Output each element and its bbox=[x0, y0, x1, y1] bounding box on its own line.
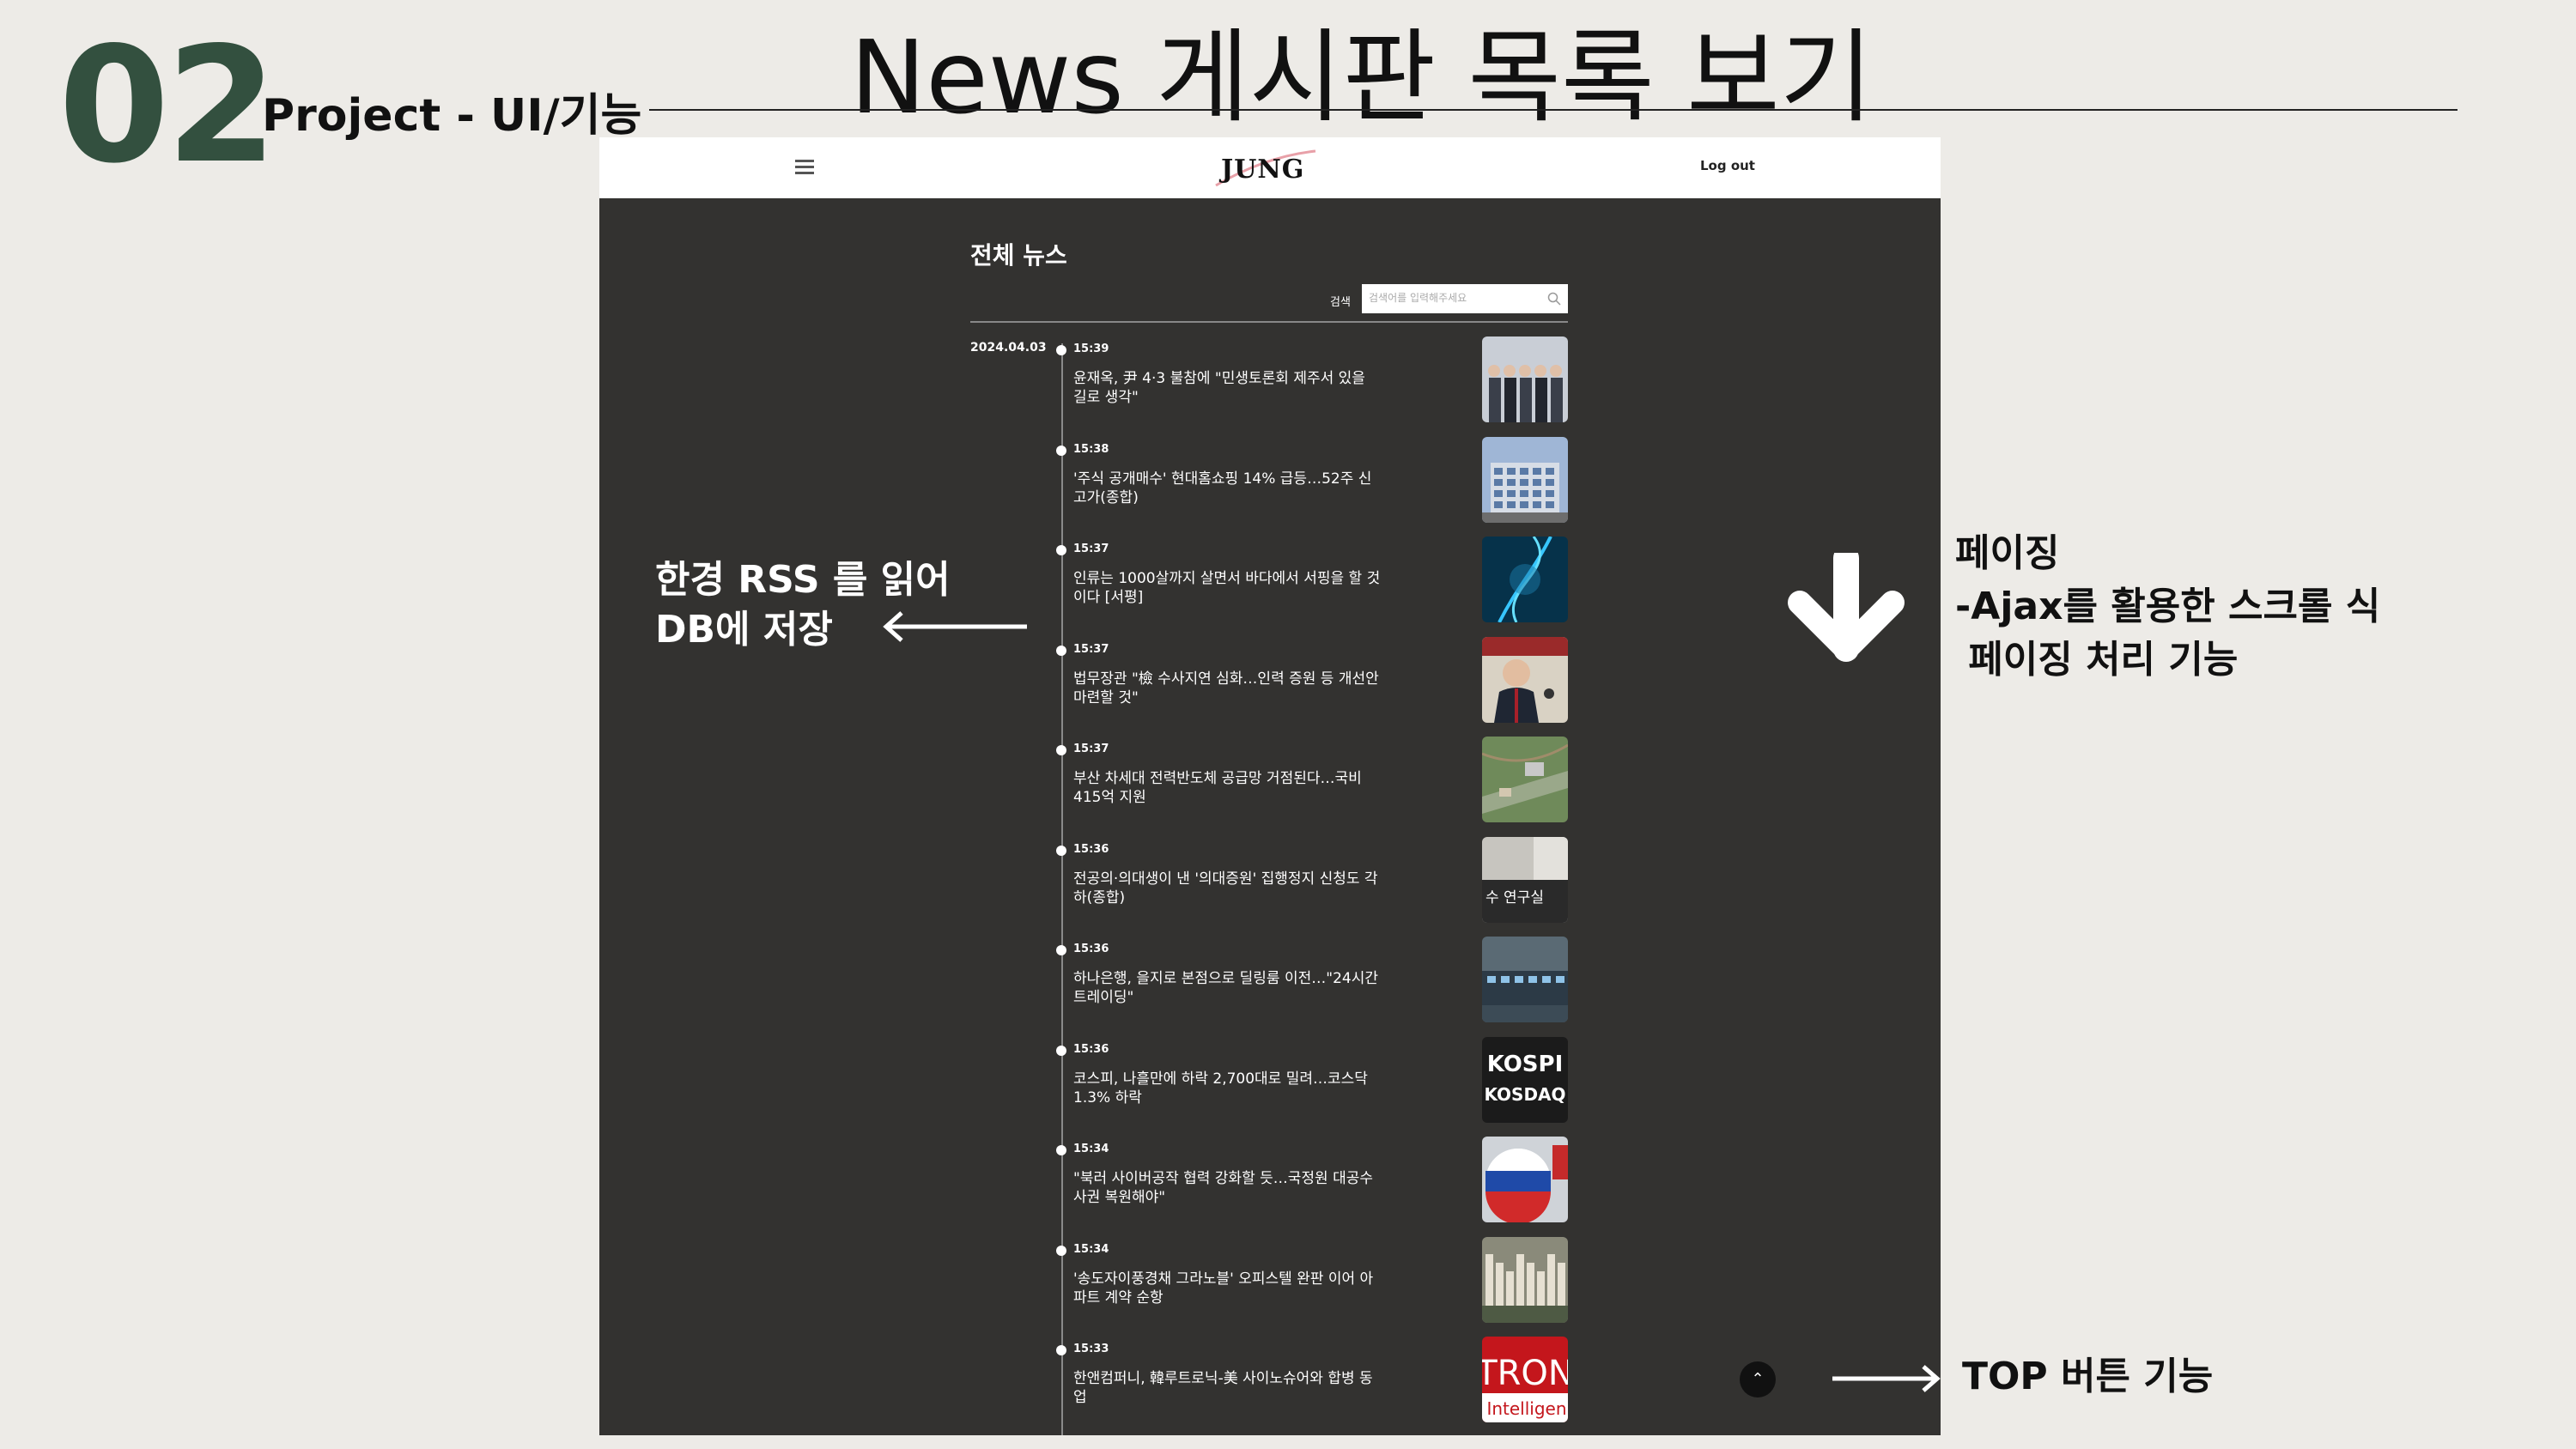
title-divider bbox=[649, 109, 2458, 111]
date-label: 2024.04.03 bbox=[970, 341, 1047, 355]
news-headline[interactable]: 코스피, 나흘만에 하락 2,700대로 밀려…코스닥 1.3% 하락 bbox=[1073, 1070, 1382, 1107]
office-thumb-text: 수 연구실 bbox=[1485, 889, 1544, 906]
news-headline[interactable]: "북러 사이버공작 협력 강화할 듯…국정원 대공수사권 복원해야" bbox=[1073, 1169, 1382, 1207]
news-item[interactable]: 15:37 법무장관 "檢 수사지연 심화…인력 증원 등 개선안 마련할 것" bbox=[1056, 636, 1571, 733]
top-button-note: TOP 버튼 기능 bbox=[1962, 1355, 2214, 1398]
slide-title: News 게시판 목록 보기 bbox=[850, 18, 1874, 136]
brand-logo-text: JUNG bbox=[1221, 155, 1305, 185]
news-thumbnail[interactable] bbox=[1482, 537, 1568, 622]
paging-note-line: 페이징 처리 기능 bbox=[1955, 638, 2239, 682]
hamburger-menu-icon[interactable] bbox=[795, 158, 814, 175]
search-icon[interactable] bbox=[1547, 292, 1561, 306]
timeline-dot bbox=[1056, 745, 1066, 755]
news-thumbnail[interactable] bbox=[1482, 636, 1568, 723]
news-time: 15:37 bbox=[1073, 642, 1109, 656]
news-thumbnail[interactable]: 수 연구실 bbox=[1482, 836, 1568, 923]
news-thumbnail[interactable] bbox=[1482, 1137, 1568, 1222]
news-time: 15:37 bbox=[1073, 743, 1109, 755]
timeline-dot bbox=[1056, 1245, 1066, 1256]
timeline-dot bbox=[1056, 445, 1066, 456]
news-headline[interactable]: 윤재옥, 尹 4·3 불참에 "민생토론회 제주서 있을 길로 생각" bbox=[1073, 369, 1382, 407]
timeline-dot bbox=[1056, 645, 1066, 656]
page-title: 전체 뉴스 bbox=[970, 241, 1067, 270]
news-headline[interactable]: 전공의·의대생이 낸 '의대증원' 집행정지 신청도 각하(종합) bbox=[1073, 870, 1382, 907]
news-thumbnail[interactable] bbox=[1482, 336, 1568, 422]
search-label: 검색 bbox=[1330, 296, 1351, 309]
news-time: 15:36 bbox=[1073, 842, 1109, 856]
news-headline[interactable]: 부산 차세대 전력반도체 공급망 거점된다…국비 415억 지원 bbox=[1073, 769, 1382, 807]
news-thumbnail[interactable] bbox=[1482, 937, 1568, 1022]
news-thumbnail[interactable] bbox=[1482, 737, 1568, 822]
news-app-screenshot: JUNG Log out 전체 뉴스 검색 2024.04.03 15:39 윤재… bbox=[599, 137, 1941, 1435]
news-time: 15:34 bbox=[1073, 1143, 1109, 1155]
news-item[interactable]: 15:36 하나은행, 을지로 본점으로 딜링룸 이전…"24시간 트레이딩" bbox=[1056, 937, 1571, 1033]
news-item[interactable]: 15:34 '송도자이풍경채 그라노블' 오피스텔 완판 이어 아파트 계약 순항 bbox=[1056, 1236, 1571, 1333]
news-time: 15:33 bbox=[1073, 1343, 1109, 1355]
tron-thumb-text: TRON bbox=[1482, 1354, 1568, 1393]
news-headline[interactable]: 한앤컴퍼니, 韓루트로닉-美 사이노슈어와 합병 동업 bbox=[1073, 1369, 1382, 1407]
news-time: 15:34 bbox=[1073, 1242, 1109, 1256]
timeline-dot bbox=[1056, 1345, 1066, 1355]
news-item[interactable]: 15:34 "북러 사이버공작 협력 강화할 듯…국정원 대공수사권 복원해야" bbox=[1056, 1137, 1571, 1233]
kospi-thumb-text: KOSPI bbox=[1487, 1052, 1564, 1077]
timeline-dot bbox=[1056, 945, 1066, 955]
news-time: 15:38 bbox=[1073, 442, 1109, 456]
down-arrow-icon bbox=[1788, 553, 1905, 662]
news-headline[interactable]: 인류는 1000살까지 살면서 바다에서 서핑을 할 것이다 [서평] bbox=[1073, 569, 1382, 607]
news-item[interactable]: 15:39 윤재옥, 尹 4·3 불참에 "민생토론회 제주서 있을 길로 생각" bbox=[1056, 336, 1571, 433]
brand-logo[interactable]: JUNG bbox=[1214, 148, 1317, 189]
search-input[interactable] bbox=[1362, 284, 1540, 312]
news-item[interactable]: 15:38 '주식 공개매수' 현대홈쇼핑 14% 급등…52주 신고가(종합) bbox=[1056, 436, 1571, 533]
news-headline[interactable]: '송도자이풍경채 그라노블' 오피스텔 완판 이어 아파트 계약 순항 bbox=[1073, 1270, 1382, 1307]
timeline-dot bbox=[1056, 845, 1066, 856]
timeline-dot bbox=[1056, 345, 1066, 355]
news-item[interactable]: 15:33 한앤컴퍼니, 韓루트로닉-美 사이노슈어와 합병 동업 TRON Inte… bbox=[1056, 1337, 1571, 1433]
news-headline[interactable]: 법무장관 "檢 수사지연 심화…인력 증원 등 개선안 마련할 것" bbox=[1073, 670, 1382, 707]
list-divider bbox=[970, 321, 1568, 323]
timeline-dot bbox=[1056, 545, 1066, 555]
news-time: 15:36 bbox=[1073, 943, 1109, 955]
paging-note-line: -Ajax를 활용한 스크롤 식 bbox=[1955, 585, 2381, 628]
slide-number: 02 bbox=[58, 12, 277, 198]
slide-section: Project - UI/기능 bbox=[262, 90, 642, 142]
kosdaq-thumb-text: KOSDAQ bbox=[1484, 1084, 1565, 1105]
news-item[interactable]: 15:37 부산 차세대 전력반도체 공급망 거점된다…국비 415억 지원 bbox=[1056, 737, 1571, 833]
left-arrow-icon bbox=[883, 611, 1027, 642]
right-arrow-icon bbox=[1832, 1365, 1941, 1392]
rss-note-line: 한경 RSS 를 읽어 bbox=[655, 558, 951, 602]
app-header: JUNG Log out bbox=[599, 137, 1941, 198]
paging-note-line: 페이징 bbox=[1955, 531, 2060, 575]
logout-button[interactable]: Log out bbox=[1700, 158, 1755, 173]
news-thumbnail[interactable]: TRON Intelligen bbox=[1482, 1337, 1568, 1422]
news-thumbnail[interactable]: KOSPI KOSDAQ bbox=[1482, 1036, 1568, 1123]
news-headline[interactable]: 하나은행, 을지로 본점으로 딜링룸 이전…"24시간 트레이딩" bbox=[1073, 969, 1382, 1007]
search-box bbox=[1362, 284, 1568, 313]
tron-thumb-subtext: Intelligen bbox=[1486, 1398, 1566, 1419]
scroll-top-button[interactable]: ⌃ bbox=[1740, 1361, 1776, 1397]
news-item[interactable]: 15:36 코스피, 나흘만에 하락 2,700대로 밀려…코스닥 1.3% 하락… bbox=[1056, 1036, 1571, 1133]
news-time: 15:37 bbox=[1073, 543, 1109, 555]
news-time: 15:36 bbox=[1073, 1042, 1109, 1056]
timeline-dot bbox=[1056, 1145, 1066, 1155]
news-thumbnail[interactable] bbox=[1482, 436, 1568, 523]
news-thumbnail[interactable] bbox=[1482, 1236, 1568, 1323]
paging-note: 페이징 -Ajax를 활용한 스크롤 식 페이징 처리 기능 bbox=[1955, 527, 2380, 687]
news-item[interactable]: 15:37 인류는 1000살까지 살면서 바다에서 서핑을 할 것이다 [서평] bbox=[1056, 537, 1571, 633]
timeline-dot bbox=[1056, 1045, 1066, 1056]
news-item[interactable]: 15:36 전공의·의대생이 낸 '의대증원' 집행정지 신청도 각하(종합) 수 … bbox=[1056, 836, 1571, 933]
news-headline[interactable]: '주식 공개매수' 현대홈쇼핑 14% 급등…52주 신고가(종합) bbox=[1073, 470, 1382, 507]
news-time: 15:39 bbox=[1073, 343, 1109, 355]
